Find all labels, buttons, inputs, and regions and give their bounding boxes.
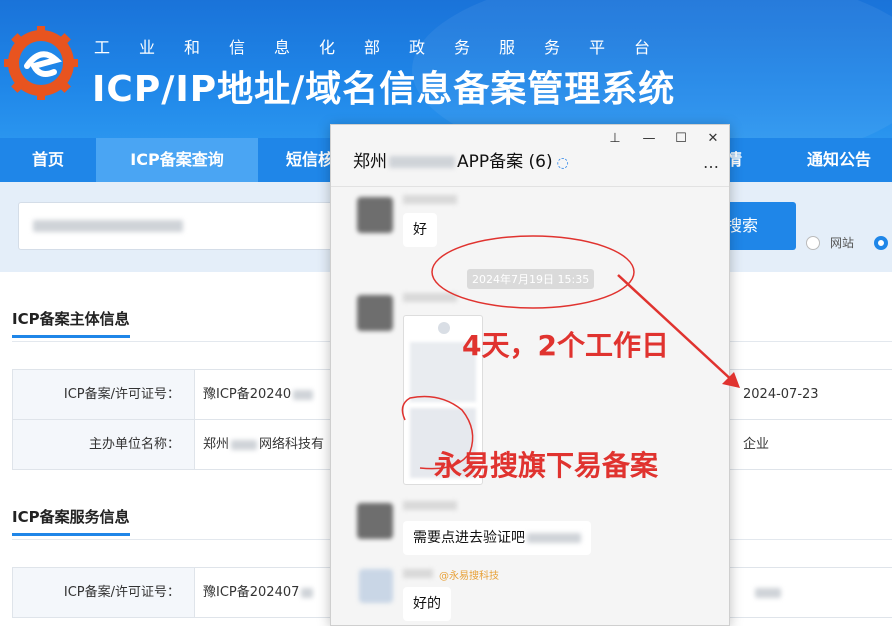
redacted-name [403,293,457,302]
annotation-brand: 永易搜旗下易备案 [434,449,659,482]
page-title: ICP/IP地址/域名信息备案管理系统 [92,69,676,110]
maximize-icon[interactable]: ☐ [671,129,691,149]
header-subtitle: 工业和信息化部政务服务平台 [94,38,680,57]
section-title-service: ICP备案服务信息 [12,506,130,536]
field-value: 郑州 网络科技有 [203,420,324,469]
phone-avatar-icon [438,322,450,334]
sender-tag: @永易搜科技 [439,571,499,582]
chat-title: 郑州 APP备案 (6) ◌ [353,147,569,172]
redacted-text [293,389,314,400]
search-input[interactable] [18,202,348,250]
field-value: 豫ICP备202407 [203,568,314,617]
redacted-text [301,587,314,598]
redacted-text [389,156,455,168]
nav-item-notices[interactable]: 通知公告 [786,138,892,182]
group-chat-icon: ◌ [556,155,569,171]
redacted-text [755,568,781,617]
chat-window[interactable]: 郑州 APP备案 (6) ◌ ⊥ — ☐ ✕ … 好 2024年7月19日 15:3… [330,124,730,626]
chat-message: 需要点进去验证吧 [403,521,591,555]
redacted-text [527,533,581,543]
pin-icon[interactable]: ⊥ [605,129,625,149]
redacted-name [403,501,457,510]
field-label: 主办单位名称： [13,420,195,469]
chat-message: 好的 [403,587,451,621]
chat-message-text: 需要点进去验证吧 [413,530,525,546]
close-icon[interactable]: ✕ [703,129,723,149]
field-label: ICP备案/许可证号： [13,568,195,617]
more-icon[interactable]: … [703,153,720,172]
approval-date: 2024-07-23 [743,387,819,402]
avatar[interactable] [359,569,393,603]
redacted-text [231,439,258,450]
org-type: 企业 [743,437,770,452]
redacted-query [33,219,183,232]
license-number: 豫ICP备202407 [203,585,300,600]
radio-website[interactable] [806,236,820,250]
nav-item-partial[interactable]: 情 [726,138,756,182]
redacted-name [403,569,433,578]
annotation-duration: 4天，2个工作日 [462,329,669,362]
chat-title-suffix: APP备案 (6) [457,152,553,172]
radio-app[interactable] [874,236,888,250]
avatar[interactable] [357,197,393,233]
nav-item-icp-query[interactable]: ICP备案查询 [96,138,258,182]
miit-logo-icon [4,26,78,100]
field-value: 豫ICP备20240 [203,370,314,419]
chat-timestamp: 2024年7月19日 15:35 [467,269,595,289]
org-name-suffix: 网络科技有 [259,437,325,452]
avatar[interactable] [357,295,393,331]
avatar[interactable] [357,503,393,539]
radio-website-label: 网站 [830,236,855,250]
chat-message: 好 [403,213,437,247]
redacted-name [403,195,457,204]
minimize-icon[interactable]: — [639,129,659,149]
site-header: 工业和信息化部政务服务平台 ICP/IP地址/域名信息备案管理系统 [0,0,892,138]
org-name-prefix: 郑州 [203,437,230,452]
section-title-subject: ICP备案主体信息 [12,308,130,338]
chat-header: 郑州 APP备案 (6) ◌ ⊥ — ☐ ✕ … [331,125,729,187]
field-label: ICP备案/许可证号： [13,370,195,419]
chat-title-prefix: 郑州 [353,152,387,172]
nav-item-home[interactable]: 首页 [0,138,96,182]
license-number: 豫ICP备20240 [203,387,292,402]
